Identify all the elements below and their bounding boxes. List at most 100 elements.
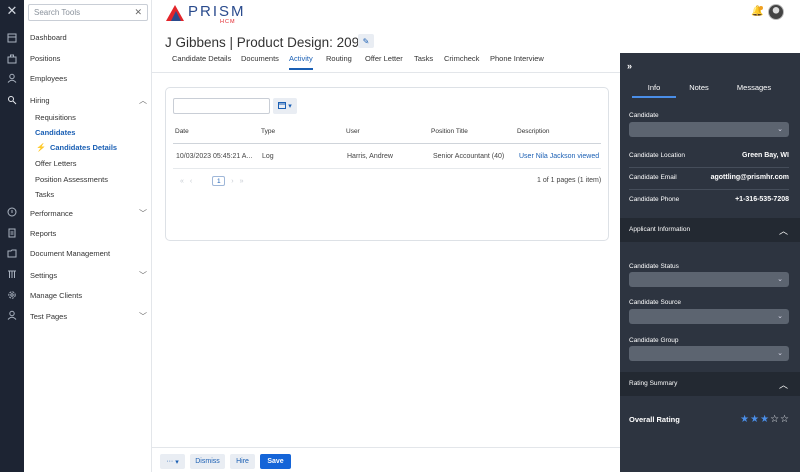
search-tools-input[interactable]: Search Tools ✕ (28, 4, 148, 21)
cell-date: 10/03/2023 05:45:21 A... (176, 153, 253, 160)
column-header-position-title[interactable]: Position Title (431, 128, 468, 135)
document-management-icon[interactable] (5, 267, 19, 281)
positions-icon[interactable] (5, 52, 19, 66)
sidebar-item-hiring[interactable]: Hiring ︿ (30, 95, 147, 106)
first-page-icon[interactable]: « (180, 178, 184, 185)
tab-tasks[interactable]: Tasks (414, 54, 433, 68)
column-header-type[interactable]: Type (261, 128, 275, 135)
star-icon[interactable]: ☆ (780, 414, 789, 425)
user-avatar[interactable] (768, 4, 784, 20)
candidate-group-label: Candidate Group (629, 337, 679, 344)
cell-description[interactable]: User Nila Jackson viewed (519, 153, 599, 160)
last-page-icon[interactable]: » (240, 178, 244, 185)
chevron-up-icon: ︿ (778, 226, 788, 236)
tab-crimcheck[interactable]: Crimcheck (444, 54, 479, 68)
performance-icon[interactable] (5, 205, 19, 219)
column-header-user[interactable]: User (346, 128, 360, 135)
star-rating[interactable]: ★★★☆☆ (739, 414, 789, 425)
tab-routing[interactable]: Routing (326, 54, 352, 68)
sidebar-item-performance[interactable]: Performance ﹀ (30, 208, 147, 219)
icon-rail: ✕ (0, 0, 24, 472)
tab-offer-letter[interactable]: Offer Letter (365, 54, 403, 68)
candidate-location-row: Candidate Location Green Bay, WI (629, 152, 789, 159)
clear-search-icon[interactable]: ✕ (134, 7, 142, 18)
sidebar-item-settings[interactable]: Settings ﹀ (30, 270, 147, 281)
star-icon[interactable]: ★ (750, 414, 759, 425)
star-icon[interactable]: ☆ (770, 414, 779, 425)
tab-messages[interactable]: Messages (730, 83, 778, 96)
cell-position-title: Senior Accountant (40) (433, 153, 505, 160)
collapse-panel-icon[interactable]: » (627, 61, 632, 71)
sidebar-item-requisitions[interactable]: Requisitions (35, 113, 76, 122)
column-header-description[interactable]: Description (517, 128, 550, 135)
sidebar-item-position-assessments[interactable]: Position Assessments (35, 175, 108, 184)
logo-subtext: HCM (220, 19, 236, 25)
candidate-phone-value[interactable]: +1-316-535-7208 (735, 196, 789, 203)
settings-icon[interactable] (5, 288, 19, 302)
star-icon[interactable]: ★ (740, 414, 749, 425)
chevron-down-icon: ⌄ (777, 126, 783, 133)
candidate-status-select[interactable]: ⌄ (629, 272, 789, 287)
sidebar-item-candidates-details[interactable]: ⚡ Candidates Details (36, 143, 117, 152)
dismiss-button[interactable]: Dismiss (190, 454, 225, 469)
star-icon[interactable]: ★ (760, 414, 769, 425)
candidate-email-row: Candidate Email agottling@prismhr.com (629, 174, 789, 181)
activity-search-input[interactable] (173, 98, 270, 114)
sidebar-item-candidates[interactable]: Candidates (35, 128, 75, 137)
hire-button[interactable]: Hire (230, 454, 255, 469)
sidebar-item-employees[interactable]: Employees (30, 74, 147, 83)
sidebar-item-document-management[interactable]: Document Management (30, 249, 147, 258)
rating-summary-section[interactable]: Rating Summary ︿ (620, 372, 800, 396)
documents-icon[interactable] (5, 246, 19, 260)
candidate-email-value[interactable]: agottling@prismhr.com (711, 174, 789, 181)
prev-page-icon[interactable]: ‹ (190, 178, 192, 185)
dashboard-icon[interactable] (5, 31, 19, 45)
candidate-phone-row: Candidate Phone +1-316-535-7208 (629, 196, 789, 203)
tab-candidate-details[interactable]: Candidate Details (172, 54, 231, 68)
candidate-source-select[interactable]: ⌄ (629, 309, 789, 324)
applicant-information-section[interactable]: Applicant Information ︿ (620, 218, 800, 242)
sidebar-item-label: Dashboard (30, 33, 67, 42)
logo-wordmark: PRISM (188, 3, 246, 20)
notifications-bell-icon[interactable]: 🔔 (751, 6, 763, 18)
candidate-select[interactable]: ⌄ (629, 122, 789, 137)
candidate-phone-label: Candidate Phone (629, 196, 680, 203)
pager-info: 1 of 1 pages (1 item) (537, 177, 602, 184)
notification-dot (759, 6, 763, 10)
column-header-date[interactable]: Date (175, 128, 189, 135)
sidebar-item-test-pages[interactable]: Test Pages ﹀ (30, 311, 147, 322)
next-page-icon[interactable]: › (231, 178, 233, 185)
search-placeholder: Search Tools (34, 8, 81, 17)
sidebar-item-label: Settings (30, 271, 58, 280)
sidebar-item-offer-letters[interactable]: Offer Letters (35, 159, 77, 168)
employees-icon[interactable] (5, 71, 19, 85)
section-title: Rating Summary (629, 380, 678, 387)
page-number-button[interactable]: 1 (212, 176, 226, 186)
edit-title-button[interactable]: ✎ (358, 34, 374, 48)
sidebar-nav: Search Tools ✕ Dashboard Positions Emplo… (24, 0, 152, 472)
candidate-group-select[interactable]: ⌄ (629, 346, 789, 361)
reports-icon[interactable] (5, 226, 19, 240)
sidebar-item-tasks[interactable]: Tasks (35, 190, 54, 199)
date-filter-button[interactable]: ▾ (273, 98, 297, 114)
sidebar-item-dashboard[interactable]: Dashboard (30, 33, 147, 42)
sidebar-item-positions[interactable]: Positions (30, 54, 147, 63)
tab-info[interactable]: Info (632, 83, 676, 98)
tab-documents[interactable]: Documents (241, 54, 279, 68)
tab-activity[interactable]: Activity (289, 54, 313, 70)
tab-notes[interactable]: Notes (684, 83, 714, 96)
tab-phone-interview[interactable]: Phone Interview (490, 54, 544, 68)
save-button[interactable]: Save (260, 454, 291, 469)
more-actions-button[interactable]: ··· ▾ (160, 454, 185, 469)
hiring-icon[interactable] (5, 93, 19, 107)
close-icon[interactable]: ✕ (5, 3, 19, 18)
chevron-up-icon: ︿ (139, 96, 147, 105)
sidebar-item-manage-clients[interactable]: Manage Clients (30, 291, 147, 300)
sidebar-item-reports[interactable]: Reports (30, 229, 147, 238)
clients-icon[interactable] (5, 308, 19, 322)
table-header-divider (173, 143, 601, 144)
sidebar-item-label: Hiring (30, 96, 50, 105)
candidate-info-panel: » Info Notes Messages Candidate ⌄ Candid… (620, 53, 800, 472)
prism-hcm-logo[interactable]: PRISM HCM (166, 3, 246, 25)
row-divider (629, 189, 789, 190)
